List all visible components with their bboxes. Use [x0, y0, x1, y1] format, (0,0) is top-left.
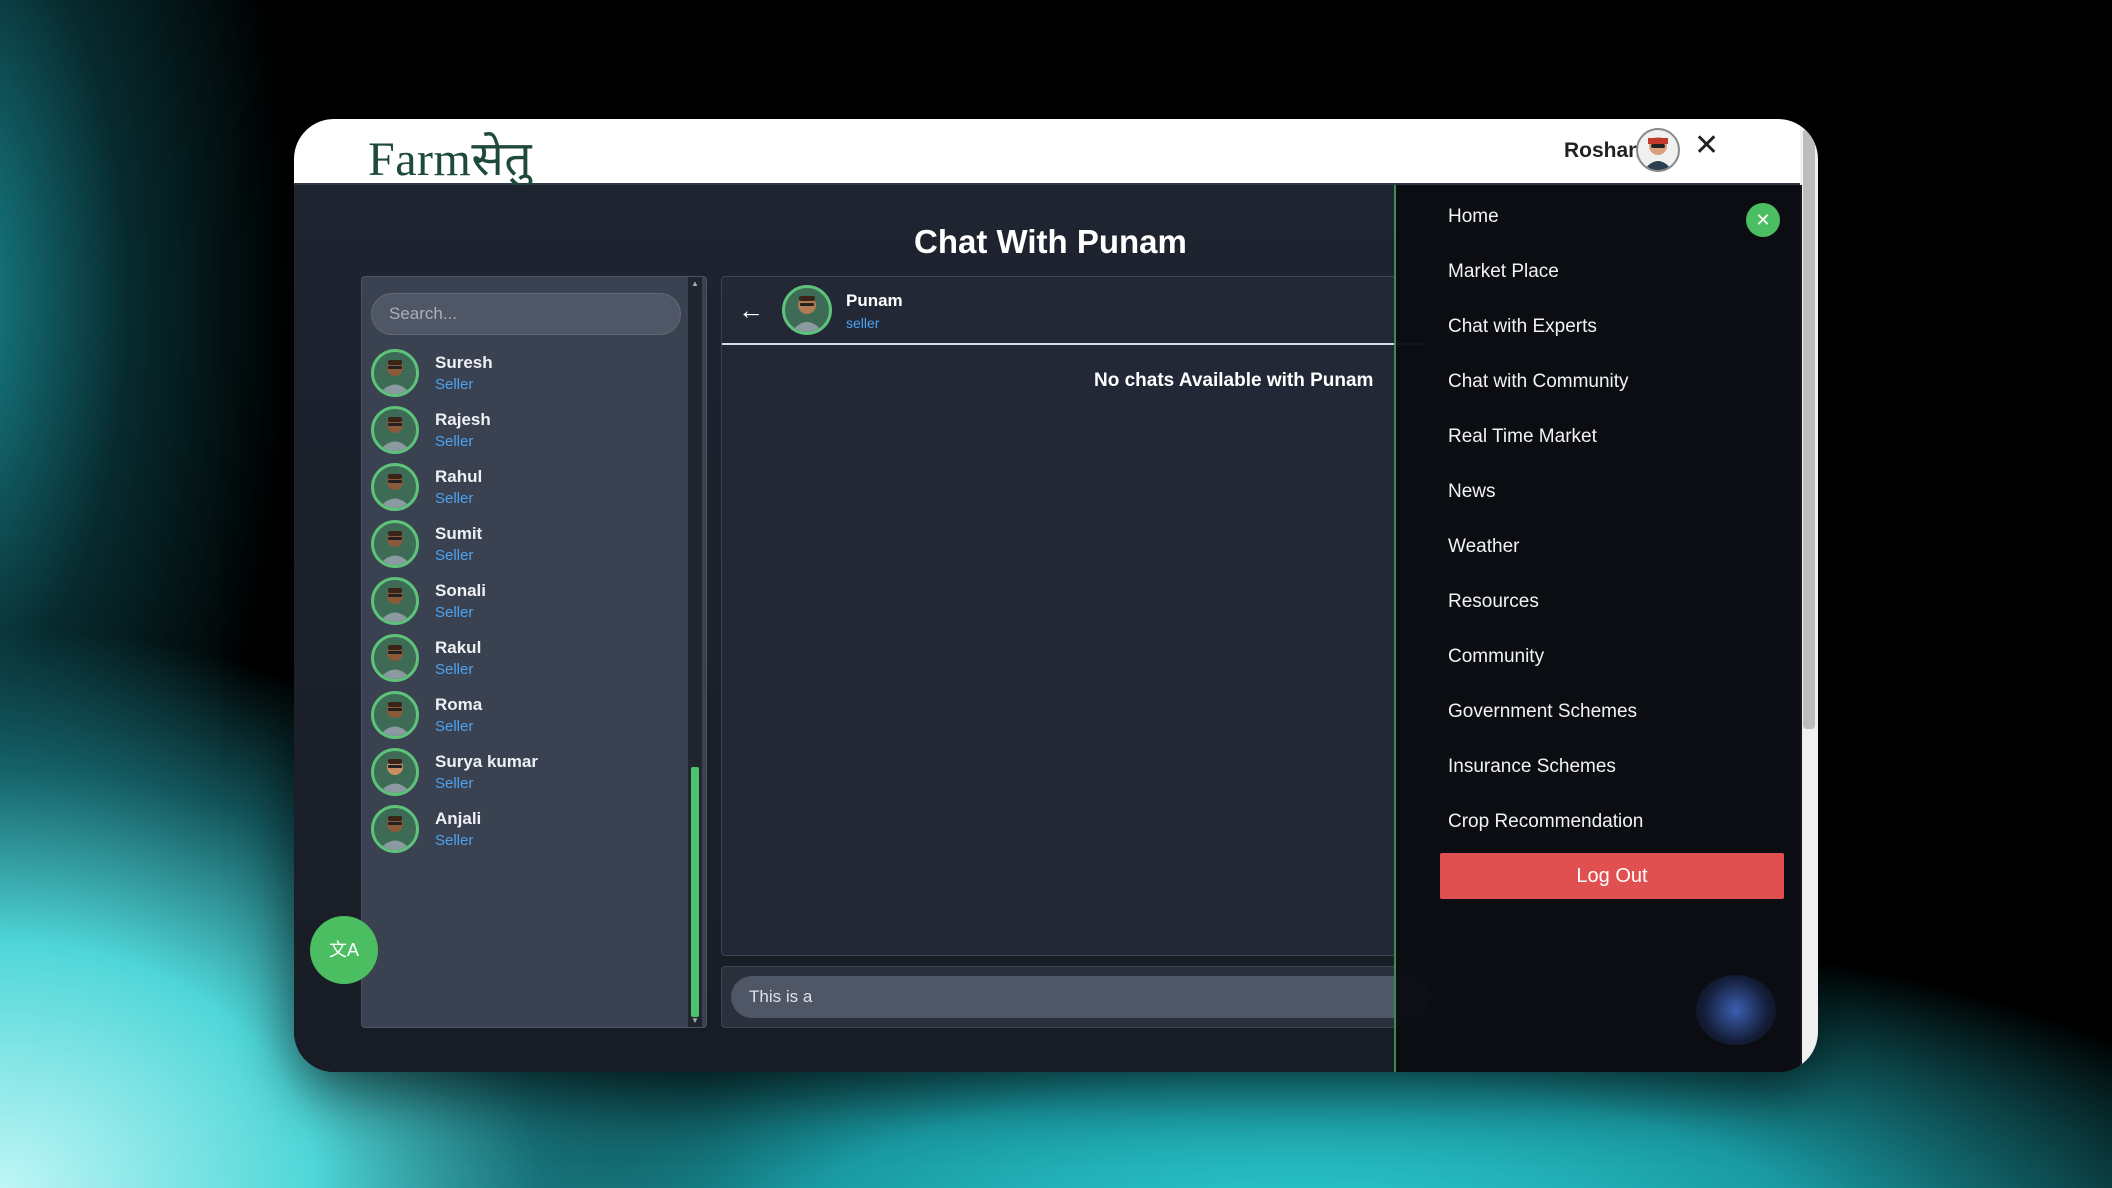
avatar-icon	[379, 417, 411, 451]
back-arrow-icon[interactable]: ←	[738, 295, 764, 326]
menu-item-crop-recommendation[interactable]: Crop Recommendation	[1448, 811, 1643, 833]
user-avatar-icon	[1644, 137, 1672, 170]
contact-avatar	[371, 349, 419, 397]
contacts-scrollbar[interactable]: ▲ ▼	[688, 277, 702, 1027]
avatar-icon	[379, 702, 411, 736]
contact-item[interactable]: Anjali Seller	[371, 801, 671, 865]
contact-role: Seller	[435, 832, 474, 849]
contact-role: Seller	[435, 604, 474, 621]
contact-name: Rakul	[435, 638, 482, 657]
close-icon[interactable]: ✕	[1694, 131, 1719, 161]
translate-button[interactable]: 文A	[310, 916, 378, 984]
contact-name: Roma	[435, 695, 483, 714]
contact-role: Seller	[435, 490, 474, 507]
menu-item-insurance-schemes[interactable]: Insurance Schemes	[1448, 756, 1616, 778]
menu-item-news[interactable]: News	[1448, 481, 1496, 503]
menu-item-chat-with-experts[interactable]: Chat with Experts	[1448, 316, 1597, 338]
contact-avatar	[371, 520, 419, 568]
contact-role: Seller	[435, 376, 474, 393]
contact-item[interactable]: Sonali Seller	[371, 573, 671, 637]
contact-item[interactable]: Surya kumar Seller	[371, 744, 671, 808]
avatar-icon	[379, 588, 411, 622]
contact-item[interactable]: Suresh Seller	[371, 345, 671, 409]
search-input[interactable]: Search...	[371, 293, 681, 335]
contact-name: Sumit	[435, 524, 483, 543]
menu-item-community[interactable]: Community	[1448, 646, 1544, 668]
page-scrollbar-thumb[interactable]	[1803, 129, 1815, 729]
avatar-icon	[379, 759, 411, 793]
user-avatar[interactable]	[1636, 128, 1680, 172]
contact-name: Rahul	[435, 467, 483, 486]
menu-item-weather[interactable]: Weather	[1448, 536, 1519, 558]
contact-name: Surya kumar	[435, 752, 538, 771]
contact-name: Sonali	[435, 581, 487, 600]
chat-contact-role: seller	[846, 315, 880, 331]
contact-role: Seller	[435, 775, 474, 792]
menu-close-button[interactable]: ✕	[1746, 203, 1780, 237]
contact-item[interactable]: Sumit Seller	[371, 516, 671, 580]
chat-contact-name: Punam	[846, 291, 903, 310]
app-window: Farmसेतु Roshan ✕ Chat With Punam Search…	[294, 119, 1818, 1072]
empty-chat-message: No chats Available with Punam	[1094, 370, 1374, 391]
contact-name: Anjali	[435, 809, 482, 828]
avatar-icon	[379, 816, 411, 850]
contact-item[interactable]: Rahul Seller	[371, 459, 671, 523]
avatar-icon	[379, 531, 411, 565]
menu-item-chat-with-community[interactable]: Chat with Community	[1448, 371, 1629, 393]
avatar-icon	[379, 474, 411, 508]
menu-item-home[interactable]: Home	[1448, 206, 1499, 228]
contact-avatar	[371, 463, 419, 511]
menu-item-market-place[interactable]: Market Place	[1448, 261, 1559, 283]
scroll-down-icon[interactable]: ▼	[691, 1016, 699, 1025]
menu-item-resources[interactable]: Resources	[1448, 591, 1539, 613]
contact-avatar	[371, 406, 419, 454]
contact-avatar	[371, 748, 419, 796]
logout-button[interactable]: Log Out	[1440, 853, 1784, 899]
farmsetu-logo[interactable]: Farmसेतु	[368, 125, 532, 190]
chatbot-button[interactable]	[1696, 975, 1776, 1045]
contacts-scrollbar-thumb[interactable]	[691, 767, 699, 1017]
message-bar: This is a	[721, 966, 1431, 1028]
contact-avatar	[371, 691, 419, 739]
page-title: Chat With Punam	[914, 223, 1187, 260]
contact-avatar	[371, 805, 419, 853]
contact-role: Seller	[435, 718, 474, 735]
contact-role: Seller	[435, 547, 474, 564]
chat-header: ← Punam seller	[722, 277, 1422, 345]
top-bar: Farmसेतु Roshan ✕	[294, 119, 1800, 186]
contact-role: Seller	[435, 661, 474, 678]
contact-avatar	[371, 577, 419, 625]
chat-panel: ← Punam seller No chats Available with P…	[721, 276, 1423, 956]
contact-avatar	[371, 634, 419, 682]
contact-item[interactable]: Rajesh Seller	[371, 402, 671, 466]
page-scrollbar[interactable]	[1800, 119, 1818, 1072]
avatar-icon	[379, 645, 411, 679]
contact-name: Suresh	[435, 353, 493, 372]
menu-item-government-schemes[interactable]: Government Schemes	[1448, 701, 1637, 723]
chat-avatar-icon	[791, 296, 823, 332]
user-name[interactable]: Roshan	[1564, 139, 1641, 163]
contact-item[interactable]: Roma Seller	[371, 687, 671, 751]
contact-item[interactable]: Rakul Seller	[371, 630, 671, 694]
menu-item-real-time-market[interactable]: Real Time Market	[1448, 426, 1597, 448]
contact-role: Seller	[435, 433, 474, 450]
contacts-panel: Search... Suresh Seller Rajesh Seller Rahul S…	[361, 276, 707, 1028]
contact-name: Rajesh	[435, 410, 491, 429]
chat-avatar	[782, 285, 832, 335]
avatar-icon	[379, 360, 411, 394]
message-input[interactable]: This is a	[731, 976, 1431, 1018]
scroll-up-icon[interactable]: ▲	[691, 279, 699, 288]
side-menu: ✕ Home Market Place Chat with Experts Chat …	[1394, 185, 1802, 1072]
